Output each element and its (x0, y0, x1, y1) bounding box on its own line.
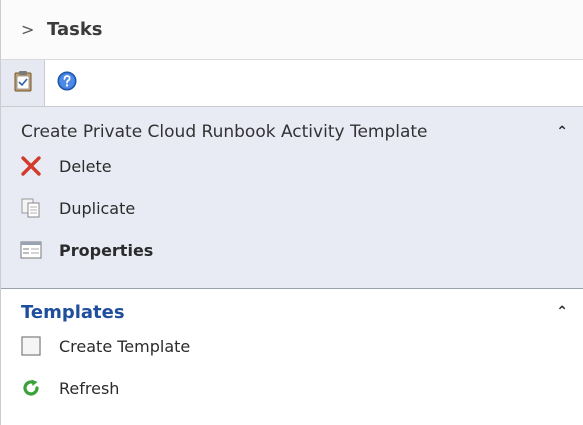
refresh-label: Refresh (59, 378, 120, 398)
templates-title: Templates (21, 301, 125, 323)
tab-tasks[interactable] (1, 60, 45, 106)
template-icon (19, 334, 43, 358)
delete-label: Delete (59, 156, 112, 176)
duplicate-icon (19, 196, 43, 220)
section-title: Create Private Cloud Runbook Activity Te… (21, 122, 428, 142)
templates-section: Templates ⌃ Create Template Refresh (1, 289, 583, 409)
create-template-label: Create Template (59, 336, 191, 356)
properties-label: Properties (59, 240, 154, 260)
delete-icon (19, 154, 43, 178)
tasks-title: Tasks (47, 19, 103, 40)
refresh-action[interactable]: Refresh (1, 367, 583, 409)
clipboard-icon (13, 70, 33, 96)
delete-action[interactable]: Delete (1, 145, 583, 187)
runbook-template-section: Create Private Cloud Runbook Activity Te… (1, 107, 583, 289)
create-template-action[interactable]: Create Template (1, 325, 583, 367)
templates-header[interactable]: Templates ⌃ (1, 299, 583, 325)
properties-icon (19, 238, 43, 262)
duplicate-label: Duplicate (59, 198, 136, 218)
tasks-pane: > Tasks Create Private Cloud Runbook Act… (0, 0, 583, 425)
refresh-icon (19, 376, 43, 400)
tab-help[interactable] (45, 60, 89, 106)
collapse-caret-icon[interactable]: ⌃ (556, 304, 568, 320)
chevron-right-icon[interactable]: > (21, 20, 47, 39)
collapse-caret-icon[interactable]: ⌃ (556, 124, 568, 140)
section-header[interactable]: Create Private Cloud Runbook Activity Te… (1, 119, 583, 145)
help-icon (57, 71, 77, 95)
tasks-header[interactable]: > Tasks (1, 0, 583, 60)
properties-action[interactable]: Properties (1, 229, 583, 271)
tab-strip (1, 60, 583, 107)
duplicate-action[interactable]: Duplicate (1, 187, 583, 229)
